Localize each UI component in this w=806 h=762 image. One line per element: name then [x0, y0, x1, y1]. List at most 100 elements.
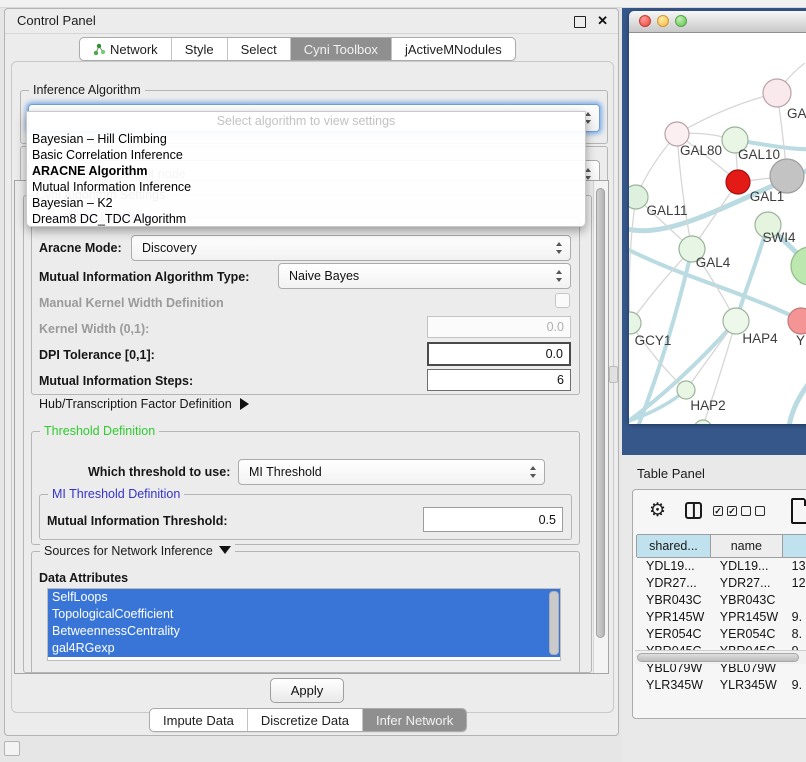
manual-kernel-checkbox[interactable]	[555, 293, 570, 308]
gear-icon[interactable]: ⚙	[649, 499, 666, 522]
close-icon[interactable]: ✕	[597, 13, 608, 29]
tab-network[interactable]: Network	[80, 38, 172, 60]
mi-steps-value: 6	[557, 373, 564, 387]
tab-jactivemnodules-label: jActiveMNodules	[405, 42, 502, 57]
mi-threshold-label: Mutual Information Threshold:	[47, 514, 228, 528]
tab-style[interactable]: Style	[172, 38, 228, 60]
apply-button[interactable]: Apply	[270, 678, 344, 703]
tab-infer-network[interactable]: Infer Network	[363, 709, 466, 731]
tab-cyni-toolbox-label: Cyni Toolbox	[304, 42, 378, 57]
bottom-tabbar: Impute Data Discretize Data Infer Networ…	[149, 708, 467, 732]
network-node-gal[interactable]	[763, 79, 791, 107]
network-node-label: HAP2	[690, 398, 725, 413]
algorithm-option[interactable]: Basic Correlation Inference	[27, 147, 585, 163]
table-hscrollbar[interactable]	[635, 650, 806, 664]
tab-impute-data[interactable]: Impute Data	[150, 709, 248, 731]
tab-select[interactable]: Select	[228, 38, 291, 60]
attribute-item[interactable]: gal4RGexp	[48, 640, 560, 657]
new-table-icon[interactable]	[791, 498, 806, 524]
network-node-hap2[interactable]	[677, 381, 695, 399]
algorithm-option[interactable]: Dream8 DC_TDC Algorithm	[27, 211, 585, 227]
screen: Control Panel ✕ Network Style Select Cyn…	[0, 0, 806, 762]
combo-spinner-icon	[530, 466, 537, 478]
table-hscrollbar-thumb[interactable]	[637, 653, 799, 662]
which-threshold-combo[interactable]: MI Threshold	[238, 459, 545, 485]
network-node-gal11[interactable]	[629, 185, 648, 209]
algorithm-option[interactable]: Bayesian – Hill Climbing	[27, 131, 585, 147]
panel-resize-grip[interactable]	[609, 366, 618, 383]
tab-discretize-data[interactable]: Discretize Data	[248, 709, 363, 731]
table-row[interactable]: YDR27...YDR27...12	[637, 575, 806, 592]
settings-scrollbar-thumb[interactable]	[596, 188, 605, 638]
column-layout-icon[interactable]	[685, 502, 702, 519]
table-row[interactable]: YER054CYER054C8.	[637, 626, 806, 643]
tab-jactivemnodules[interactable]: jActiveMNodules	[392, 38, 515, 60]
mi-steps-field[interactable]: 6	[427, 369, 571, 391]
mi-type-combo[interactable]: Naive Bayes	[278, 263, 571, 289]
minimize-traffic-light-icon[interactable]	[657, 15, 669, 27]
network-node[interactable]	[694, 420, 712, 424]
combo-spinner-icon	[585, 112, 592, 124]
table-header-cell[interactable]	[782, 535, 806, 557]
table-cell: 13	[783, 558, 806, 575]
select-all-columns-icon[interactable]: ✓ ✓	[713, 506, 737, 516]
algorithm-option[interactable]: ARACNE Algorithm	[27, 163, 585, 179]
mi-threshold-field[interactable]: 0.5	[423, 507, 563, 532]
network-window-titlebar[interactable]	[629, 11, 806, 33]
table-header-cell[interactable]: name	[710, 535, 783, 557]
algorithm-popup: Select algorithm to view settings Bayesi…	[26, 111, 586, 227]
aracne-mode-combo[interactable]: Discovery	[131, 235, 571, 261]
control-panel-tabbar: Network Style Select Cyni Toolbox jActiv…	[79, 37, 516, 61]
close-traffic-light-icon[interactable]	[639, 15, 651, 27]
kernel-width-value: 0.0	[547, 320, 564, 334]
network-node-y[interactable]	[788, 308, 806, 334]
deselect-all-columns-icon[interactable]	[741, 506, 765, 516]
network-node-label: SWI4	[762, 230, 795, 245]
collapse-arrow-icon[interactable]	[219, 546, 231, 554]
table-row[interactable]: YPR145WYPR145W9.	[637, 609, 806, 626]
table-cell: YDR27...	[637, 575, 711, 592]
sources-title-text: Sources for Network Inference	[44, 544, 213, 558]
expander-arrow-icon	[240, 398, 249, 410]
table-panel: Table Panel ⚙ ✓ ✓ shared...name YDL19...…	[622, 455, 806, 762]
network-node-label: GAL4	[696, 255, 731, 270]
network-node-label: GAL	[787, 106, 806, 121]
aracne-mode-label: Aracne Mode:	[39, 241, 122, 255]
tab-cyni-toolbox[interactable]: Cyni Toolbox	[291, 38, 392, 60]
table-row[interactable]: YLR345WYLR345W9.	[637, 677, 806, 694]
table-header-cell[interactable]: shared...	[636, 535, 711, 557]
network-node-gcy1[interactable]	[629, 312, 641, 334]
algorithm-combo-placeholder: Select algorithm to view settings	[27, 112, 585, 131]
network-node[interactable]	[770, 159, 804, 193]
network-node-label: GAL80	[680, 143, 722, 158]
attribute-item[interactable]: TopologicalCoefficient	[48, 606, 560, 623]
data-attributes-label: Data Attributes	[39, 571, 128, 585]
zoom-traffic-light-icon[interactable]	[675, 15, 687, 27]
attribute-item[interactable]: SelfLoops	[48, 589, 560, 606]
algorithm-option[interactable]: Mutual Information Inference	[27, 179, 585, 195]
algorithm-option-list: Bayesian – Hill ClimbingBasic Correlatio…	[27, 131, 585, 227]
checked-box-icon: ✓	[713, 506, 723, 516]
tab-select-label: Select	[241, 42, 277, 57]
network-node-gal1[interactable]	[726, 170, 750, 194]
network-node-label: Y	[796, 333, 805, 348]
table-row[interactable]: YBR043CYBR043C	[637, 592, 806, 609]
settings-scrollpane: Cyni Algorithm Settings Algorithm Defini…	[14, 180, 609, 674]
settings-scrollbar[interactable]	[593, 181, 608, 673]
float-window-icon[interactable]	[574, 16, 586, 28]
hub-definition-expander[interactable]: Hub/Transcription Factor Definition	[39, 397, 249, 411]
attribute-item[interactable]: BetweennessCentrality	[48, 623, 560, 640]
minimized-window-icon[interactable]	[4, 741, 20, 756]
dpi-tolerance-field[interactable]: 0.0	[427, 342, 571, 366]
manual-kernel-label: Manual Kernel Width Definition	[39, 296, 224, 310]
kernel-width-field[interactable]: 0.0	[427, 316, 571, 338]
network-canvas[interactable]: GALGAL80GAL10GAL1GAL11SWI4GAL4GCY1HAP4YH…	[629, 33, 806, 424]
algorithm-option[interactable]: Bayesian – K2	[27, 195, 585, 211]
network-node-label: GAL11	[646, 203, 687, 218]
data-attributes-list[interactable]: SelfLoopsTopologicalCoefficientBetweenne…	[47, 588, 561, 661]
table-cell: YDL19...	[637, 558, 711, 575]
sources-group-title: Sources for Network Inference	[40, 544, 235, 558]
table-row[interactable]: YDL19...YDL19...13	[637, 558, 806, 575]
combo-spinner-icon	[556, 270, 563, 282]
list-scrollbar-thumb[interactable]	[549, 591, 559, 655]
